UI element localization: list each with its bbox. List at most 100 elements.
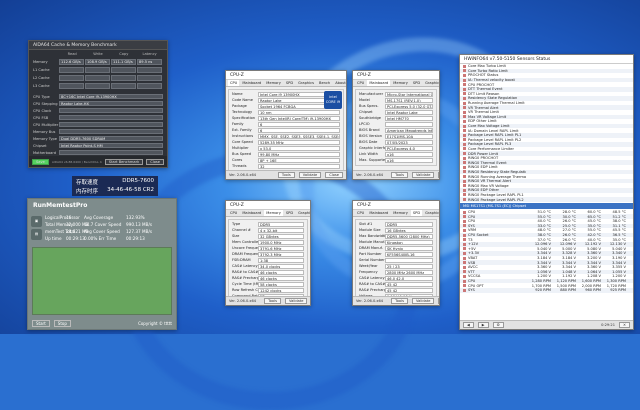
warning-icon <box>463 119 466 123</box>
field-label: Family <box>232 122 244 126</box>
tab-mainboard[interactable]: Mainboard <box>240 210 263 216</box>
validate-button[interactable]: Validate <box>298 172 322 178</box>
validate-button[interactable]: Validate <box>284 298 308 304</box>
save-button[interactable]: Save <box>32 158 49 165</box>
tab-about[interactable]: About <box>333 80 346 86</box>
tools-button[interactable]: Tools <box>391 298 408 304</box>
field-value: x16 <box>385 157 433 163</box>
tab-memory[interactable]: Memory <box>264 210 283 216</box>
tab-cpu[interactable]: CPU <box>228 210 239 216</box>
sensor-value: 3.360 V <box>587 251 601 256</box>
field-label: Module Size <box>359 228 381 232</box>
sensor-name: +12V <box>468 242 479 247</box>
field-value: MS-17S1 (REV:1.0) <box>385 97 433 103</box>
stat-cell: 16 <box>66 215 72 220</box>
result-cell <box>59 67 84 73</box>
field-label: Type <box>232 222 241 226</box>
tab-spd[interactable]: SPD <box>284 210 295 216</box>
field-label: DRAM Frequency <box>232 252 263 256</box>
field-value: DDR5 <box>258 221 304 227</box>
row-label: L1 Cache <box>33 68 50 72</box>
tab-bench[interactable]: Bench <box>317 80 332 86</box>
tab-cpu[interactable]: CPU <box>355 80 366 86</box>
sensor-row: T3 37.0 °C 26.0 °C 40.0 °C 35.0 °C <box>460 237 633 242</box>
start-benchmark-button[interactable]: Start Benchmark <box>104 158 144 165</box>
tab-spd[interactable]: SPD <box>284 80 295 86</box>
result-cell <box>85 75 110 81</box>
field-label: Chipset <box>359 110 373 114</box>
sensor-value: 5.040 V <box>612 246 626 251</box>
field-label: Size <box>232 234 240 238</box>
warning-icon <box>463 101 466 105</box>
sensor-value: 3.200 V <box>587 256 601 261</box>
sensor-name: SYS <box>468 288 475 293</box>
tools-button[interactable]: Tools <box>391 172 408 178</box>
field-label: Link Width <box>359 152 378 156</box>
field-value: x16 <box>385 151 433 157</box>
stop-button[interactable]: Stop <box>53 319 71 327</box>
tools-button[interactable]: Tools <box>277 172 295 178</box>
tab-spd[interactable]: SPD <box>410 210 423 216</box>
tab-graphics[interactable]: Graphics <box>423 80 439 86</box>
warning-icon <box>463 110 466 114</box>
sensor-value: 3.344 V <box>537 260 551 265</box>
close-icon[interactable]: ✕ <box>618 322 630 328</box>
progress-fill <box>33 248 171 314</box>
sensor-value: 1.192 V <box>562 274 576 279</box>
tab-memory[interactable]: Memory <box>264 80 283 86</box>
speed-label: 存取速度 <box>76 180 99 186</box>
tab-memory[interactable]: Memory <box>391 210 410 216</box>
tab-graphics[interactable]: Graphics <box>296 210 310 216</box>
sensor-name: CPU OPT <box>468 283 484 288</box>
forward-icon[interactable]: ▶ <box>477 322 489 328</box>
field-value: 6 <box>258 121 340 127</box>
field-value <box>385 257 433 263</box>
sensor-section-header: MSI MS17S1 (MS-7S1 (EC)) Chipset <box>460 202 633 209</box>
sensor-row: VRM 48.0 °C 27.0 °C 55.0 °C 45.5 °C <box>460 228 633 233</box>
sensor-value: 1,500 RPM <box>556 283 576 288</box>
field-value: Micro-Star International Co., Ltd. <box>385 91 433 97</box>
tab-spd[interactable]: SPD <box>411 80 422 86</box>
tab-graphics[interactable]: Graphics <box>296 80 316 86</box>
validate-button[interactable]: Validate <box>411 172 435 178</box>
warning-icon <box>463 152 466 156</box>
field-label: FSB:DRAM <box>232 258 251 262</box>
stat-row: memTest Total 28,621 MB Avg Cover Speed 127… <box>28 228 176 235</box>
field-label: Manufacturer <box>359 92 384 96</box>
field-value: 99.80 MHz <box>258 151 340 157</box>
field-label: Cycle Time (tRAS) <box>232 282 265 286</box>
tab-mainboard[interactable]: Mainboard <box>240 80 263 86</box>
field-label: Model <box>359 98 370 102</box>
sensor-row: CPU 55.0 °C 30.0 °C 65.0 °C 51.2 °C <box>460 214 633 219</box>
sensor-value: 45.5 °C <box>612 228 626 233</box>
close-button[interactable]: Close <box>438 298 439 304</box>
tab-bar: CPUMainboardMemorySPDGraphicsBenchAbout <box>353 80 439 87</box>
validate-button[interactable]: Validate <box>411 298 435 304</box>
warning-icon <box>463 161 466 165</box>
tab-bar: CPUMainboardMemorySPDGraphicsBenchAbout <box>353 210 439 217</box>
tab-cpu[interactable]: CPU <box>355 210 366 216</box>
tab-cpu[interactable]: CPU <box>228 80 240 86</box>
tab-mainboard[interactable]: Mainboard <box>367 80 391 86</box>
sensor-value: 12.192 V <box>584 242 601 247</box>
field-value: DDR5-5600 (2800 MHz) <box>385 233 433 239</box>
close-button[interactable]: Close <box>438 172 439 178</box>
tab-graphics[interactable]: Graphics <box>423 210 439 216</box>
field-label: Bus Speed <box>232 152 252 156</box>
tools-button[interactable]: Tools <box>264 298 281 304</box>
result-cell: 111.1 GB/s <box>111 59 136 65</box>
sensor-value: 920 RPM <box>535 288 551 293</box>
window-title: HWiNFO64 v7.50-5150 Sensors Status <box>460 55 633 64</box>
stat-cell: Avg Cover Speed <box>84 229 120 234</box>
field-value: PCI-Express 5.0 (32.0 GT/s) <box>385 103 433 109</box>
sensor-value: 55.0 °C <box>587 228 601 233</box>
field-value: SK Hynix <box>385 245 433 251</box>
settings-icon[interactable]: ⚙ <box>492 322 504 328</box>
tab-memory[interactable]: Memory <box>391 80 410 86</box>
start-button[interactable]: Start <box>32 319 50 327</box>
close-button[interactable]: Close <box>146 158 164 165</box>
hwinfo-toolbar: ◀ ▶ ⚙ 0:29:21 ✕ <box>460 320 633 329</box>
tab-mainboard[interactable]: Mainboard <box>367 210 390 216</box>
back-icon[interactable]: ◀ <box>463 322 474 328</box>
close-button[interactable]: Close <box>325 172 343 178</box>
